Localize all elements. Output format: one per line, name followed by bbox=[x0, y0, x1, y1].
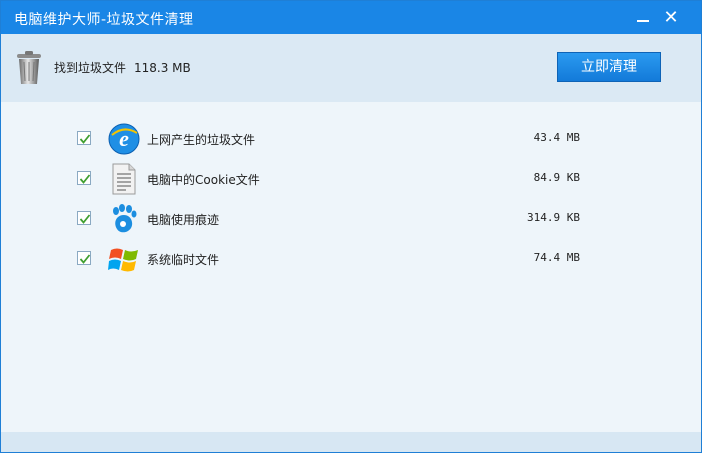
item-size: 74.4 MB bbox=[533, 251, 580, 264]
found-size: 118.3 MB bbox=[134, 61, 191, 75]
scan-summary-bar: 找到垃圾文件 118.3 MB 立即清理 bbox=[1, 34, 701, 102]
clean-now-button[interactable]: 立即清理 bbox=[557, 52, 661, 82]
trash-can-icon bbox=[17, 51, 41, 84]
checkmark-icon bbox=[79, 254, 91, 264]
item-checkbox[interactable] bbox=[77, 211, 91, 225]
document-icon bbox=[112, 163, 136, 195]
item-label: 系统临时文件 bbox=[147, 253, 220, 267]
item-checkbox[interactable] bbox=[77, 131, 91, 145]
close-icon: ✕ bbox=[663, 7, 679, 28]
item-label: 上网产生的垃圾文件 bbox=[147, 133, 256, 147]
checkmark-icon bbox=[79, 174, 91, 184]
window-title: 电脑维护大师-垃圾文件清理 bbox=[14, 12, 194, 28]
title-bar[interactable]: 电脑维护大师-垃圾文件清理 ✕ bbox=[1, 1, 701, 34]
item-size: 314.9 KB bbox=[527, 211, 580, 224]
found-label: 找到垃圾文件 bbox=[54, 61, 127, 75]
close-button[interactable]: ✕ bbox=[659, 6, 683, 30]
minimize-icon bbox=[637, 20, 649, 22]
item-checkbox[interactable] bbox=[77, 251, 91, 265]
checkmark-icon bbox=[79, 134, 91, 144]
item-checkbox[interactable] bbox=[77, 171, 91, 185]
windows-logo-icon bbox=[108, 248, 138, 272]
item-label: 电脑中的Cookie文件 bbox=[147, 173, 260, 187]
item-size: 84.9 KB bbox=[533, 171, 580, 184]
status-bar bbox=[1, 432, 701, 452]
list-item[interactable]: 电脑使用痕迹 314.9 KB bbox=[1, 202, 701, 236]
list-item[interactable]: 电脑中的Cookie文件 84.9 KB bbox=[1, 162, 701, 196]
found-junk-summary: 找到垃圾文件 118.3 MB bbox=[54, 59, 191, 76]
list-item[interactable]: e 上网产生的垃圾文件 43.4 MB bbox=[1, 122, 701, 156]
checkmark-icon bbox=[79, 214, 91, 224]
item-label: 电脑使用痕迹 bbox=[147, 213, 220, 227]
list-item[interactable]: 系统临时文件 74.4 MB bbox=[1, 242, 701, 276]
minimize-button[interactable] bbox=[631, 6, 655, 30]
app-window: 电脑维护大师-垃圾文件清理 ✕ 找到垃圾文件 118.3 MB 立即清理 e 上… bbox=[0, 0, 702, 453]
internet-explorer-icon: e bbox=[108, 123, 140, 155]
item-size: 43.4 MB bbox=[533, 131, 580, 144]
junk-file-list: e 上网产生的垃圾文件 43.4 MB 电脑中的Cookie文件 84.9 KB bbox=[1, 102, 701, 432]
gnome-foot-icon bbox=[113, 204, 137, 233]
